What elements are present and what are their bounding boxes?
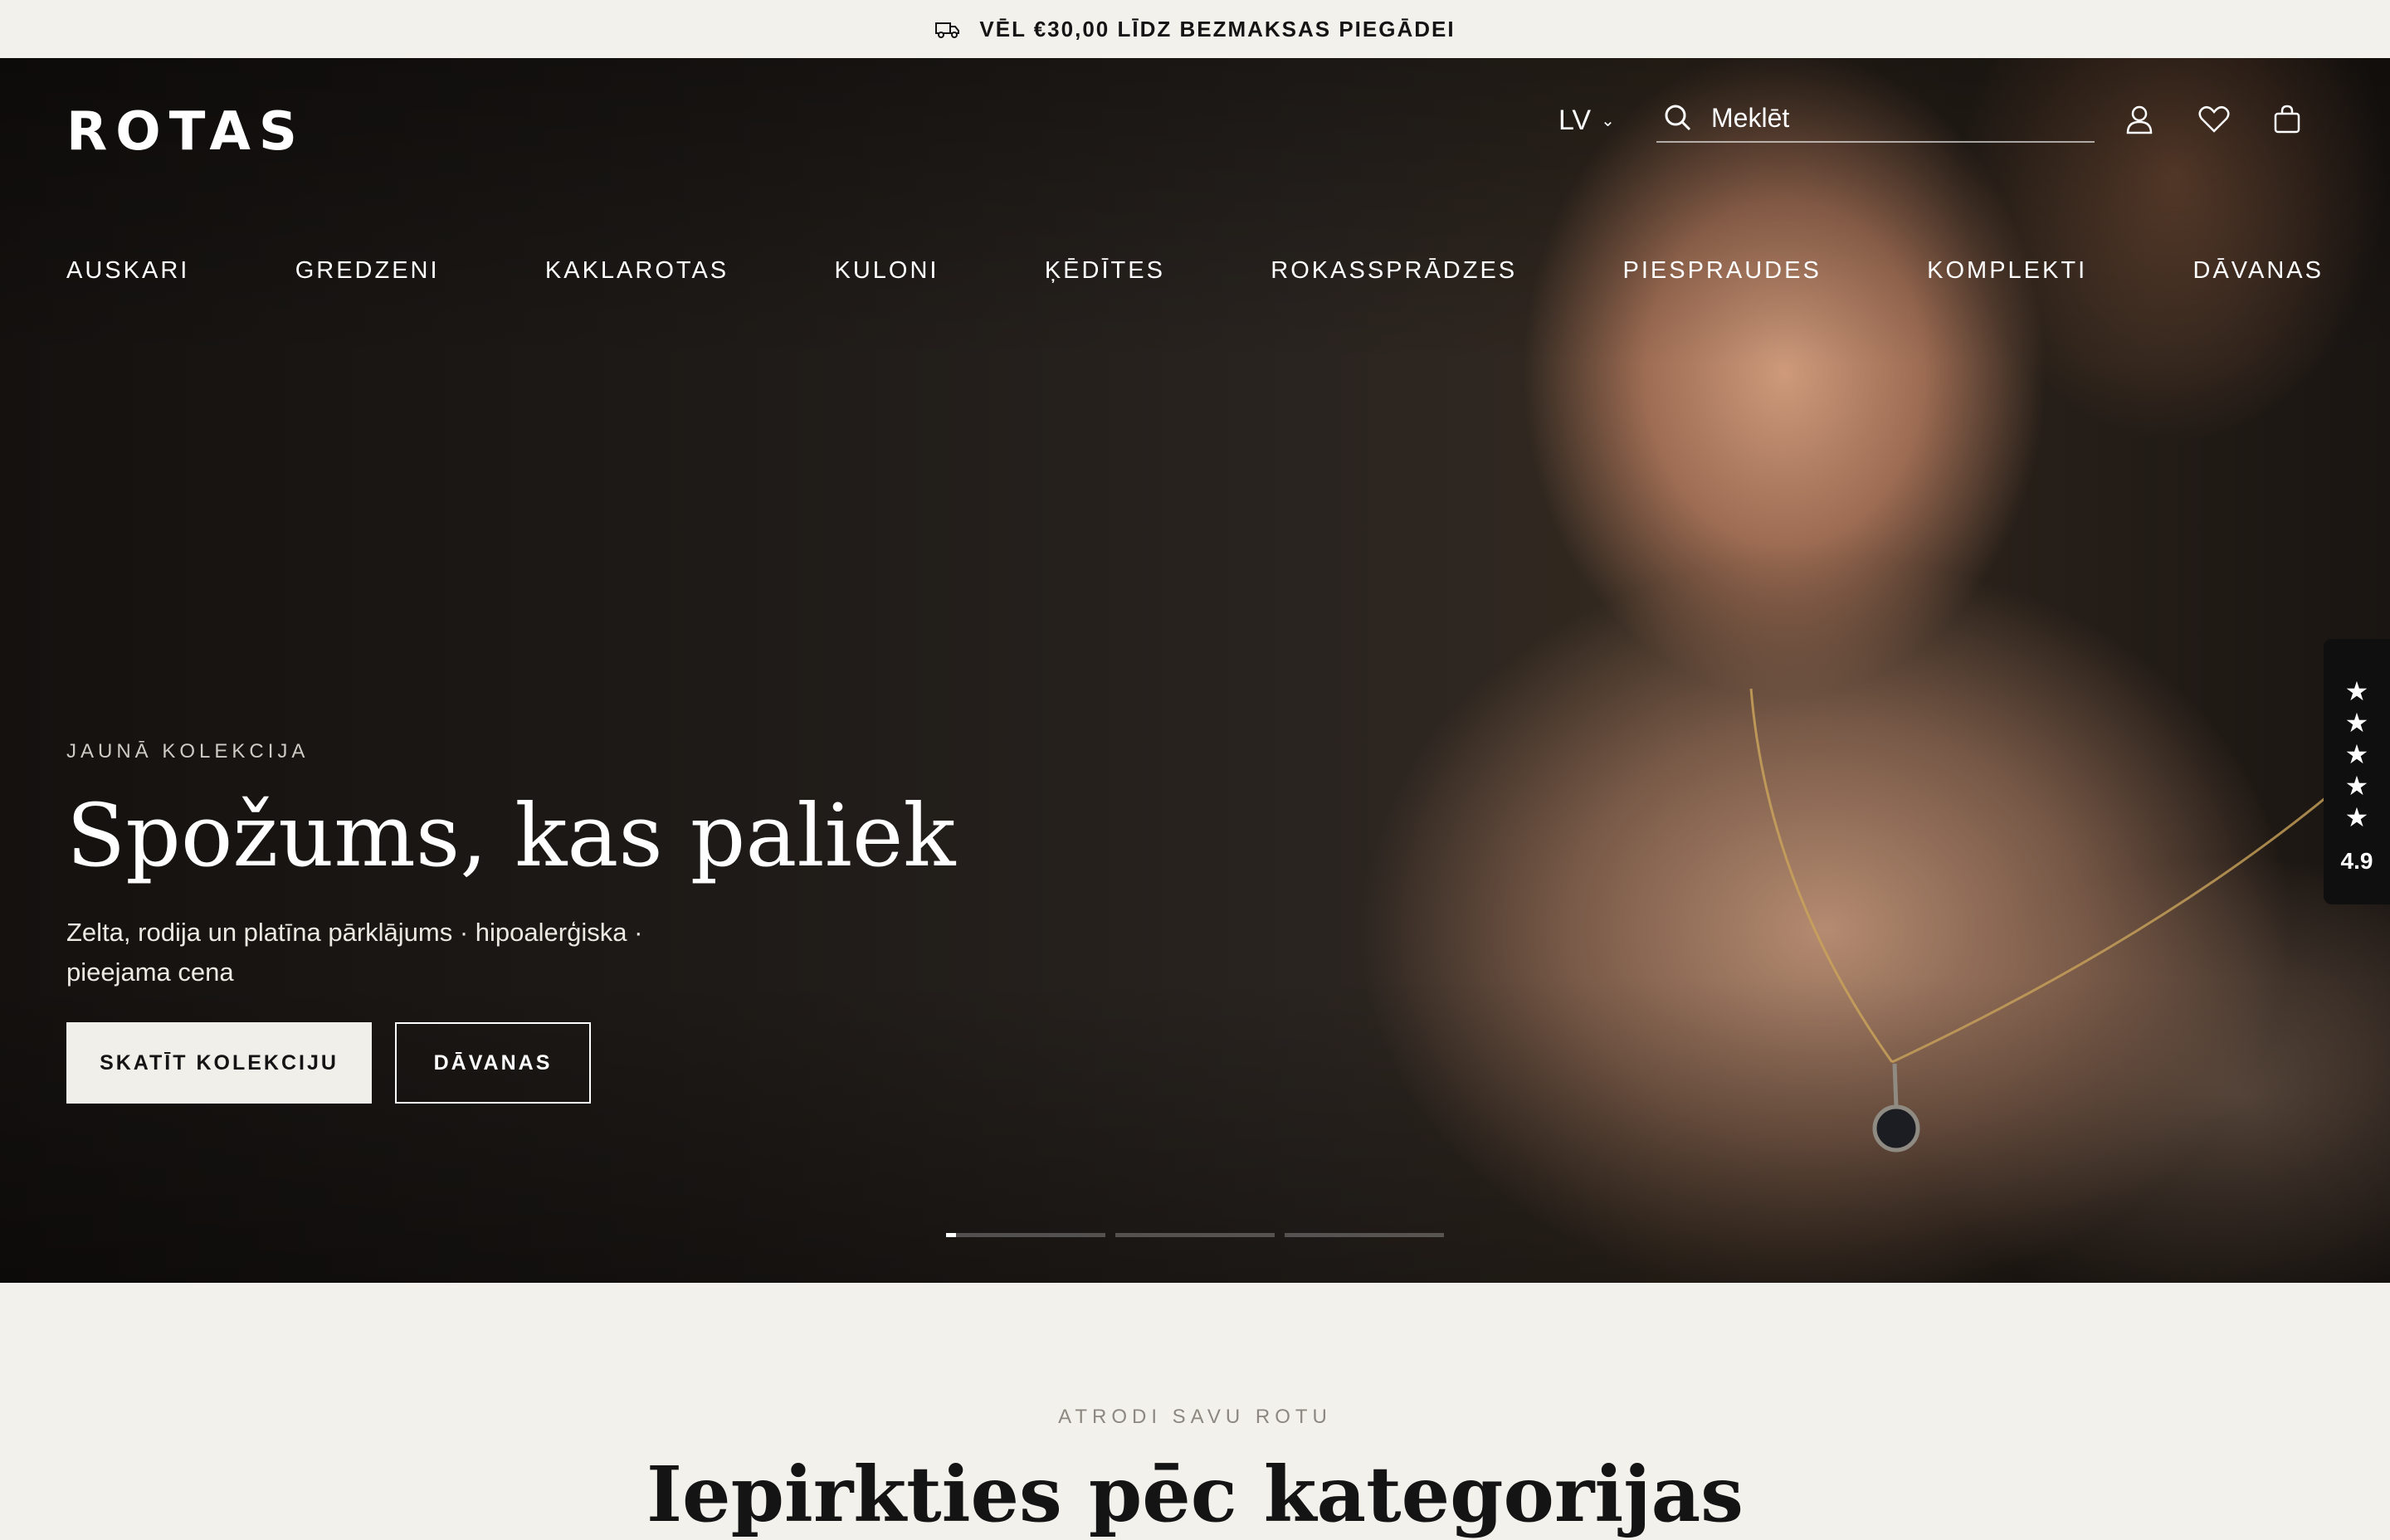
announcement-text: VĒL €30,00 LĪDZ BEZMAKSAS PIEGĀDEI <box>979 16 1456 41</box>
hero-subtitle: Zelta, rodija un platīna pārklājums · hi… <box>66 918 643 987</box>
star-icon: ★ <box>2344 802 2369 832</box>
hero-banner[interactable]: ROTAS LV ⌄ AUSKARI GREDZENI KAKLAROTAS K… <box>0 58 2390 1283</box>
cart-icon[interactable] <box>2269 101 2305 138</box>
wishlist-icon[interactable] <box>2196 101 2232 138</box>
star-icon: ★ <box>2344 739 2369 769</box>
nav-item-piespraudes[interactable]: PIESPRAUDES <box>1623 257 1822 285</box>
account-icon[interactable] <box>2121 101 2158 138</box>
rating-score: 4.9 <box>2340 848 2373 874</box>
main-navigation: AUSKARI GREDZENI KAKLAROTAS KULONI ĶĒDĪT… <box>66 257 2324 285</box>
nav-item-gredzeni[interactable]: GREDZENI <box>295 257 440 285</box>
nav-item-davanas[interactable]: DĀVANAS <box>2193 257 2324 285</box>
nav-item-keditas[interactable]: ĶĒDĪTES <box>1045 257 1165 285</box>
language-selector[interactable]: LV ⌄ <box>1558 105 1615 137</box>
slide-dot-2[interactable] <box>1115 1233 1275 1237</box>
categories-title: Iepirkties pēc kategorijas <box>646 1450 1744 1539</box>
rating-badge[interactable]: ★ ★ ★ ★ ★ 4.9 <box>2324 639 2390 904</box>
rotas-logo[interactable]: ROTAS <box>66 101 305 163</box>
slide-dot-1[interactable] <box>946 1233 1105 1237</box>
search-input[interactable] <box>1711 102 2060 134</box>
hero-eyebrow: JAUNĀ KOLEKCIJA <box>66 740 310 763</box>
language-label: LV <box>1558 105 1592 136</box>
nav-item-rokassprādzes[interactable]: ROKASSPRĀDZES <box>1271 257 1517 285</box>
slide-indicator <box>946 1233 1444 1237</box>
announcement-bar: VĒL €30,00 LĪDZ BEZMAKSAS PIEGĀDEI <box>0 0 2390 58</box>
nav-item-auskari[interactable]: AUSKARI <box>66 257 189 285</box>
star-icon: ★ <box>2344 771 2369 801</box>
nav-item-kuloni[interactable]: KULONI <box>835 257 939 285</box>
star-icon: ★ <box>2344 676 2369 706</box>
nav-item-kaklarotas[interactable]: KAKLAROTAS <box>545 257 729 285</box>
slide-dot-3[interactable] <box>1285 1233 1444 1237</box>
chevron-down-icon: ⌄ <box>1601 112 1615 130</box>
gifts-button[interactable]: DĀVANAS <box>395 1022 591 1104</box>
truck-icon <box>935 22 960 38</box>
categories-eyebrow: ATRODI SAVU ROTU <box>1058 1406 1332 1428</box>
star-icon: ★ <box>2344 708 2369 738</box>
search-bar[interactable] <box>1656 95 2095 143</box>
search-icon[interactable] <box>1663 103 1693 133</box>
nav-item-komplekti[interactable]: KOMPLEKTI <box>1927 257 2087 285</box>
hero-headline: Spožums, kas paliek <box>66 785 956 886</box>
view-collection-button[interactable]: SKATĪT KOLEKCIJU <box>66 1022 372 1104</box>
